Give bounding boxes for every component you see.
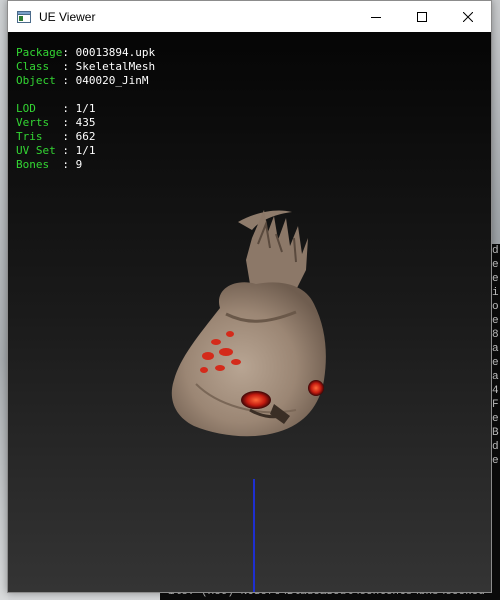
info-tris: Tris : 662 bbox=[16, 130, 96, 143]
info-class: Class : SkeletalMesh bbox=[16, 60, 156, 73]
window-title: UE Viewer bbox=[39, 9, 96, 24]
mesh-info-overlay: Package: 00013894.upk Class : SkeletalMe… bbox=[16, 46, 155, 172]
maximize-icon bbox=[417, 11, 427, 22]
mesh-right-eye bbox=[308, 380, 324, 396]
info-verts: Verts : 435 bbox=[16, 116, 96, 129]
ue-viewer-window: UE Viewer Package: 00013894.upk Class : … bbox=[7, 0, 492, 593]
close-button[interactable] bbox=[445, 1, 491, 32]
info-package: Package: 00013894.upk bbox=[16, 46, 156, 59]
info-lod: LOD : 1/1 bbox=[16, 102, 96, 115]
maximize-button[interactable] bbox=[399, 1, 445, 32]
info-bones: Bones : 9 bbox=[16, 158, 83, 171]
close-icon bbox=[463, 11, 473, 22]
info-object: Object : 040020_JinM bbox=[16, 74, 149, 87]
title-bar[interactable]: UE Viewer bbox=[8, 1, 491, 32]
minimize-button[interactable] bbox=[353, 1, 399, 32]
minimize-icon bbox=[371, 16, 381, 18]
skeletal-mesh-model[interactable] bbox=[156, 204, 336, 452]
mesh-head bbox=[171, 282, 326, 437]
vertical-axis-line bbox=[253, 479, 255, 592]
3d-viewport[interactable]: Package: 00013894.upk Class : SkeletalMe… bbox=[8, 32, 491, 592]
info-uvset: UV Set : 1/1 bbox=[16, 144, 96, 157]
window-app-icon bbox=[17, 10, 31, 24]
mesh-left-eye bbox=[241, 391, 271, 409]
